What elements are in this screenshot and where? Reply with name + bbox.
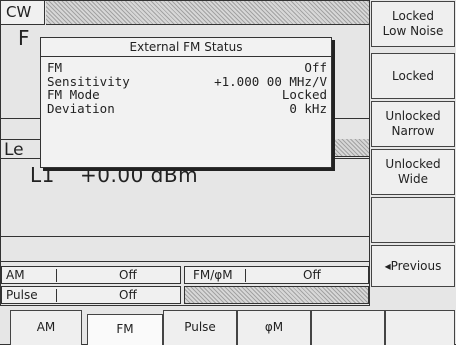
popup-row: FM Off xyxy=(47,61,327,75)
am-status-value: Off xyxy=(119,268,137,282)
popup-row: Sensitivity +1.000 00 MHz/V xyxy=(47,73,327,89)
popup-table: FM Off Sensitivity +1.000 00 MHz/V FM Mo… xyxy=(47,61,327,115)
pulse-separator xyxy=(56,289,57,302)
tab-empty-2[interactable] xyxy=(385,310,455,345)
mode-label: CW xyxy=(6,3,32,21)
popup-row-value: 0 kHz xyxy=(289,100,327,116)
level-label: Le xyxy=(4,140,24,160)
fm-status-popup: External FM Status FM Off Sensitivity +1… xyxy=(40,37,332,168)
bottom-divider-2 xyxy=(1,261,369,262)
popup-row-value: Off xyxy=(304,60,327,75)
popup-row: FM Mode Locked xyxy=(47,88,327,102)
tab-pulse[interactable]: Pulse xyxy=(163,310,237,345)
right-border xyxy=(369,0,370,305)
pulse-status-label: Pulse xyxy=(6,288,38,302)
softkey-empty[interactable] xyxy=(371,197,455,243)
frequency-label: F xyxy=(18,26,30,50)
am-status: AM Off xyxy=(1,266,181,284)
fmpm-status: FM/φM Off xyxy=(184,266,369,284)
tab-fm[interactable]: FM xyxy=(87,314,163,345)
tab-am[interactable]: AM xyxy=(10,310,82,345)
pulse-status: Pulse Off xyxy=(1,286,181,304)
fmpm-status-label: FM/φM xyxy=(193,268,233,282)
softkey-locked-low-noise[interactable]: Locked Low Noise xyxy=(371,1,455,47)
fmpm-separator xyxy=(245,269,246,282)
popup-row-label: FM Mode xyxy=(47,87,100,102)
bottom-divider-1 xyxy=(1,236,369,237)
popup-row-label: Deviation xyxy=(47,100,115,116)
pulse-status-value: Off xyxy=(119,288,137,302)
mode-box: CW xyxy=(1,1,45,25)
softkey-locked[interactable]: Locked xyxy=(371,53,455,99)
popup-row-value: Locked xyxy=(281,87,327,102)
display-bottom-border xyxy=(0,305,370,306)
left-border xyxy=(0,0,1,305)
popup-title: External FM Status xyxy=(41,38,331,57)
level-hatch xyxy=(333,139,369,157)
popup-row-value: +1.000 00 MHz/V xyxy=(214,73,327,89)
am-status-label: AM xyxy=(6,268,25,282)
tab-phim[interactable]: φM xyxy=(237,310,311,345)
softkey-previous[interactable]: ◂Previous xyxy=(371,245,455,287)
popup-row: Deviation 0 kHz xyxy=(47,100,327,116)
header-hatch xyxy=(46,1,369,25)
am-separator xyxy=(56,269,57,282)
popup-row-label: Sensitivity xyxy=(47,73,130,89)
softkey-unlocked-narrow[interactable]: Unlocked Narrow xyxy=(371,101,455,147)
status-hatch xyxy=(184,286,369,304)
fmpm-status-value: Off xyxy=(303,268,321,282)
softkey-unlocked-wide[interactable]: Unlocked Wide xyxy=(371,149,455,195)
popup-row-label: FM xyxy=(47,60,63,75)
tab-empty-1[interactable] xyxy=(311,310,385,345)
